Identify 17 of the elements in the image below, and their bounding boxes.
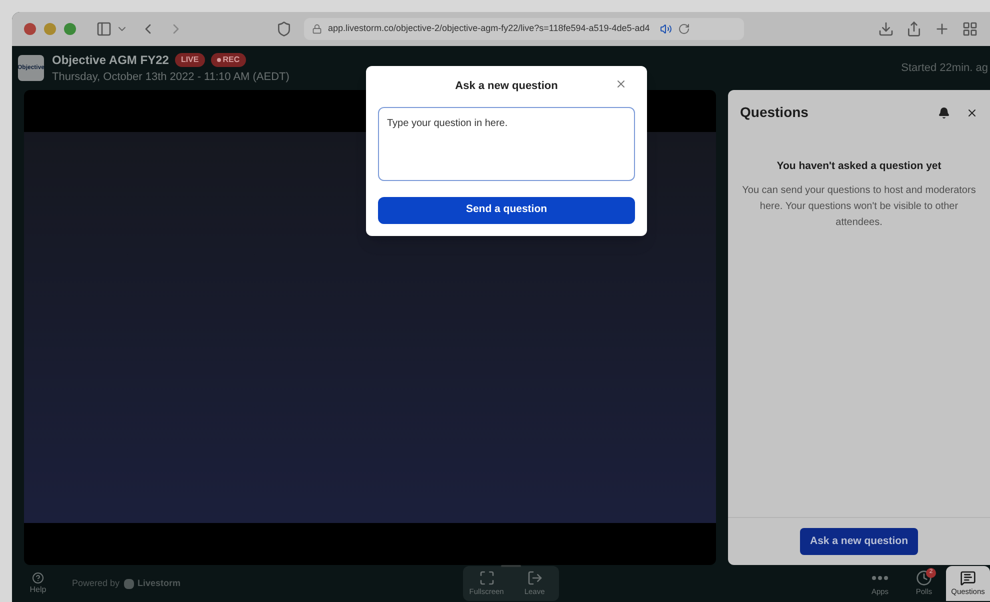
dialog-title: Ask a new question	[455, 79, 558, 94]
powered-by-text: Powered by	[72, 576, 120, 590]
empty-state-text: You can send your questions to host and moderators here. Your questions won't be visible to other attendees.	[741, 184, 977, 230]
recording-badge: REC	[210, 52, 246, 67]
event-date: Thursday, October 13th 2022 - 11:10 AM (AEDT)	[52, 70, 290, 85]
send-question-button[interactable]: Send a question	[378, 196, 635, 224]
live-badge: LIVE	[174, 52, 205, 67]
empty-state-title: You haven't asked a question yet	[776, 159, 942, 174]
started-time: Started 22min. ag	[901, 60, 988, 76]
help-button[interactable]: Help	[24, 572, 52, 596]
event-title: Objective AGM FY22	[52, 52, 169, 69]
question-input[interactable]: Type your question in here.	[378, 106, 635, 180]
panel-title: Questions	[740, 103, 808, 122]
ask-question-button[interactable]: Ask a new question	[800, 528, 918, 556]
url-text: app.livestorm.co/objective-2/objective-agm-fy22/live?s=118fe594-a519-4de5-ad4	[328, 22, 650, 36]
brand-name: Livestorm	[138, 576, 181, 590]
address-bar[interactable]: app.livestorm.co/objective-2/objective-agm-fy22/live?s=118fe594-a519-4de5-ad4	[304, 18, 744, 40]
